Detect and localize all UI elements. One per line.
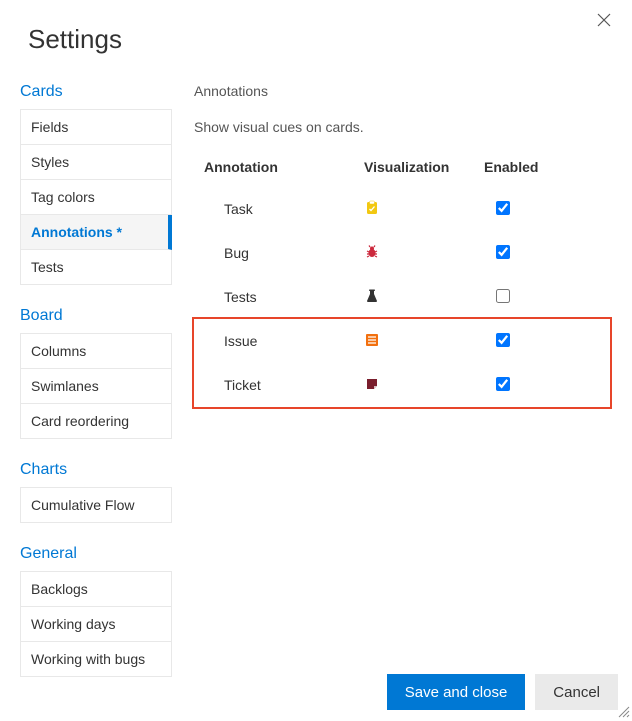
table-header-row: Annotation Visualization Enabled	[194, 153, 610, 187]
enabled-checkbox-task[interactable]	[496, 201, 510, 215]
annotation-label: Tests	[194, 289, 364, 305]
panel-description: Show visual cues on cards.	[194, 119, 610, 135]
enabled-checkbox-ticket[interactable]	[496, 377, 510, 391]
sidebar-item-backlogs[interactable]: Backlogs	[21, 572, 171, 607]
col-header-annotation: Annotation	[194, 159, 364, 175]
flask-icon	[364, 288, 380, 307]
bug-icon	[364, 244, 380, 263]
clipboard-icon	[364, 200, 380, 219]
annotation-label: Task	[194, 201, 364, 217]
annotation-label: Bug	[194, 245, 364, 261]
section-header-general[interactable]: General	[20, 535, 172, 571]
table-row-task: Task	[194, 187, 610, 231]
sidebar-item-annotations[interactable]: Annotations *	[21, 215, 172, 250]
annotations-panel: Annotations Show visual cues on cards. A…	[172, 73, 632, 689]
col-header-enabled: Enabled	[484, 159, 610, 175]
enabled-checkbox-tests[interactable]	[496, 289, 510, 303]
table-row-issue: Issue	[194, 319, 610, 363]
annotation-label: Ticket	[194, 377, 364, 393]
sidebar-item-styles[interactable]: Styles	[21, 145, 171, 180]
page-title: Settings	[0, 0, 632, 73]
sidebar-item-tag-colors[interactable]: Tag colors	[21, 180, 171, 215]
resize-grip-icon[interactable]	[616, 704, 630, 718]
col-header-visualization: Visualization	[364, 159, 484, 175]
save-and-close-button[interactable]: Save and close	[387, 674, 526, 710]
close-icon[interactable]	[596, 12, 612, 28]
section-header-charts[interactable]: Charts	[20, 451, 172, 487]
sidebar-item-swimlanes[interactable]: Swimlanes	[21, 369, 171, 404]
highlighted-rows: Issue Ticket	[192, 317, 612, 409]
note-icon	[364, 376, 380, 395]
sidebar-item-fields[interactable]: Fields	[21, 110, 171, 145]
section-header-board[interactable]: Board	[20, 297, 172, 333]
enabled-checkbox-issue[interactable]	[496, 333, 510, 347]
table-row-tests: Tests	[194, 275, 610, 319]
annotations-table: Annotation Visualization Enabled Task Bug…	[194, 153, 610, 409]
table-row-ticket: Ticket	[194, 363, 610, 407]
table-row-bug: Bug	[194, 231, 610, 275]
panel-title: Annotations	[194, 83, 610, 99]
cancel-button[interactable]: Cancel	[535, 674, 618, 710]
enabled-checkbox-bug[interactable]	[496, 245, 510, 259]
section-header-cards[interactable]: Cards	[20, 73, 172, 109]
sidebar-item-working-with-bugs[interactable]: Working with bugs	[21, 642, 171, 676]
sidebar-item-card-reordering[interactable]: Card reordering	[21, 404, 171, 438]
settings-sidebar: CardsFieldsStylesTag colorsAnnotations *…	[20, 73, 172, 689]
sidebar-item-tests[interactable]: Tests	[21, 250, 171, 284]
sidebar-item-columns[interactable]: Columns	[21, 334, 171, 369]
list-icon	[364, 332, 380, 351]
dialog-footer: Save and close Cancel	[387, 674, 618, 710]
sidebar-item-working-days[interactable]: Working days	[21, 607, 171, 642]
sidebar-item-cumulative-flow[interactable]: Cumulative Flow	[21, 488, 171, 522]
annotation-label: Issue	[194, 333, 364, 349]
